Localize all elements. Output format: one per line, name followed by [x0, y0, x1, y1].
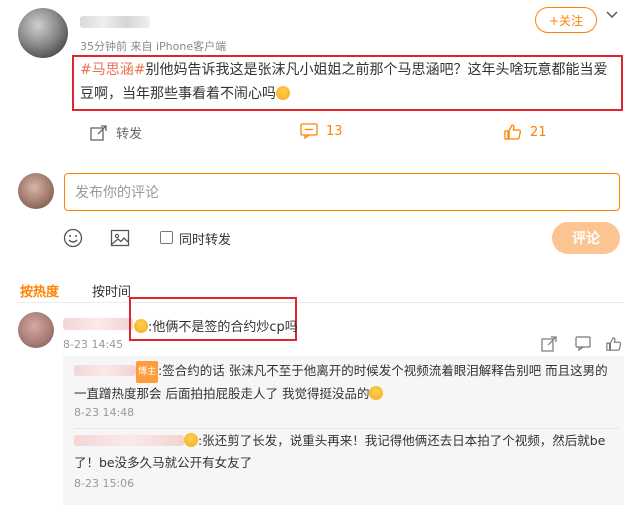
- commenter-badge-icon: [184, 433, 198, 447]
- hashtag-link[interactable]: #马思涵#: [80, 62, 145, 78]
- tabs-divider: [18, 302, 624, 303]
- submit-label: 评论: [572, 231, 600, 247]
- sweat-smile-emoji-icon: [276, 86, 290, 100]
- my-avatar[interactable]: [18, 173, 54, 209]
- emoji-picker-icon[interactable]: [63, 228, 83, 252]
- chevron-down-icon[interactable]: [605, 8, 619, 26]
- comment-placeholder: 发布你的评论: [75, 185, 159, 201]
- tab-sort-time[interactable]: 按时间: [92, 281, 131, 300]
- submit-comment-button[interactable]: 评论: [552, 222, 620, 254]
- comment-body: :他俩不是签的合约炒cp吗: [148, 320, 298, 335]
- reply-item: :张还剪了长发，说重头再来！我记得他俩还去日本拍了个视频，然后就be了！be没多…: [74, 430, 619, 474]
- comment-input[interactable]: 发布你的评论: [64, 173, 620, 211]
- author-avatar[interactable]: [18, 8, 68, 58]
- author-badge: 博主: [136, 361, 159, 383]
- follow-label: +关注: [548, 13, 584, 28]
- repost-icon: [90, 124, 107, 141]
- commenter-badge-icon: [134, 319, 148, 333]
- image-upload-icon[interactable]: [110, 228, 130, 252]
- follow-button[interactable]: +关注: [535, 7, 597, 33]
- reply-divider: [74, 428, 620, 429]
- comment-time: 8-23 14:45: [63, 338, 124, 351]
- post-text: #马思涵#别他妈告诉我这是张沫凡小姐姐之前那个马思涵吧？这年头啥玩意都能当爱豆啊…: [80, 58, 620, 106]
- author-name[interactable]: [80, 16, 150, 28]
- emoji-icon: [369, 386, 384, 400]
- repost-button[interactable]: 转发: [90, 123, 142, 142]
- also-repost-checkbox[interactable]: [160, 231, 173, 244]
- reply-time: 8-23 15:06: [74, 477, 135, 490]
- comment-button[interactable]: 13: [300, 123, 343, 139]
- commenter-avatar[interactable]: [18, 312, 54, 348]
- like-count: 21: [530, 124, 547, 140]
- reply-author-name[interactable]: [74, 435, 184, 446]
- reply-author-name[interactable]: [74, 365, 136, 376]
- thumbs-up-icon: [504, 124, 521, 140]
- comment-icon: [300, 123, 318, 139]
- also-repost-label: 同时转发: [179, 233, 232, 248]
- comment-count: 13: [326, 123, 343, 139]
- commenter-name[interactable]: [63, 318, 133, 330]
- share-icon[interactable]: [541, 336, 557, 356]
- reply-icon[interactable]: [575, 336, 591, 356]
- like-button[interactable]: 21: [504, 123, 547, 141]
- reply-item: 博主:签合约的话 张沫凡不至于他离开的时候发个视频流着眼泪解释告别吧 而且这男的…: [74, 360, 619, 405]
- comment-like-icon[interactable]: [606, 336, 622, 356]
- post-body: 别他妈告诉我这是张沫凡小姐姐之前那个马思涵吧？这年头啥玩意都能当爱豆啊，当年那些…: [80, 62, 608, 102]
- tab-sort-hot[interactable]: 按热度: [20, 281, 59, 300]
- comment-text: :他俩不是签的合约炒cp吗: [134, 316, 298, 335]
- repost-label: 转发: [116, 127, 143, 142]
- reply-time: 8-23 14:48: [74, 406, 135, 419]
- post-time-source: 35分钟前 来自 iPhone客户端: [80, 40, 227, 53]
